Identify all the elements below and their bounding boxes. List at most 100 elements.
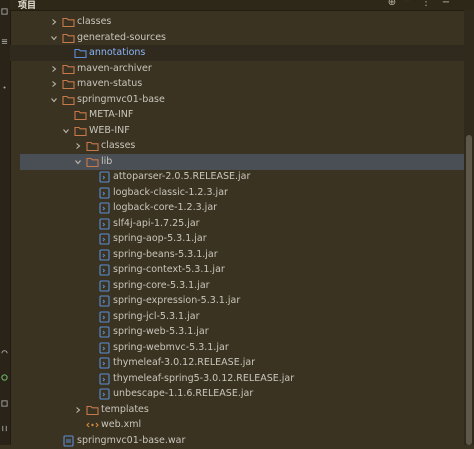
vertical-scrollbar[interactable]	[464, 10, 474, 445]
chevron-down-icon[interactable]	[50, 34, 58, 42]
folder-icon	[62, 95, 75, 105]
tree-row-label: generated-sources	[77, 31, 166, 43]
tree-row[interactable]: generated-sources	[10, 30, 464, 46]
options-icon[interactable]: ⋮	[420, 0, 432, 9]
tree-row[interactable]: logback-classic-1.2.3.jar	[10, 185, 464, 201]
tree-row[interactable]: spring-core-5.3.1.jar	[10, 278, 464, 294]
tree-row-label: lib	[101, 155, 113, 167]
tree-row-label: META-INF	[89, 109, 134, 120]
chevron-right-icon[interactable]	[74, 406, 82, 414]
jar-icon	[99, 279, 110, 292]
chevron-down-icon[interactable]	[62, 127, 70, 135]
tree-row[interactable]: classes	[10, 138, 464, 154]
tree-row-label: spring-context-5.3.1.jar	[113, 264, 225, 275]
tree-row-label: web.xml	[101, 419, 142, 430]
source-folder-icon	[74, 48, 87, 59]
jar-icon	[99, 341, 110, 354]
minimize-icon[interactable]: −	[440, 0, 452, 9]
jar-icon	[99, 388, 110, 400]
jar-icon	[99, 202, 110, 214]
tree-row[interactable]: WEB-INF	[10, 123, 464, 139]
tree-row[interactable]: unbescape-1.1.6.RELEASE.jar	[10, 386, 464, 402]
folder-icon	[62, 17, 75, 28]
xml-icon	[86, 422, 99, 428]
tree-row-label: spring-jcl-5.3.1.jar	[113, 310, 200, 322]
tree-row-label: spring-core-5.3.1.jar	[113, 279, 210, 291]
tree-row[interactable]: META-INF	[10, 107, 464, 123]
structure-icon[interactable]	[1, 38, 8, 45]
terminal-icon[interactable]	[1, 400, 8, 407]
run-icon[interactable]	[1, 374, 8, 381]
tree-row[interactable]: spring-context-5.3.1.jar	[10, 262, 464, 278]
tree-row-label: spring-webmvc-5.3.1.jar	[113, 341, 229, 353]
folder-icon	[74, 110, 87, 121]
tree-row[interactable]: springmvc01-base.war	[10, 433, 464, 449]
jar-icon	[99, 326, 110, 338]
jar-icon	[99, 217, 110, 230]
tree-row[interactable]: annotations	[10, 45, 464, 61]
tree-row[interactable]: maven-archiver	[10, 61, 464, 77]
tree-row[interactable]: templates	[10, 402, 464, 418]
jar-icon	[99, 357, 110, 369]
more-icon[interactable]	[1, 84, 8, 91]
tree-row[interactable]: lib	[20, 153, 464, 170]
tree-row-label: classes	[101, 140, 136, 151]
services-icon[interactable]	[1, 348, 8, 355]
tree-row[interactable]: slf4j-api-1.7.25.jar	[10, 216, 464, 232]
jar-icon	[99, 171, 110, 183]
tree-row[interactable]: spring-jcl-5.3.1.jar	[10, 309, 464, 325]
tree-row-label: thymeleaf-spring5-3.0.12.RELEASE.jar	[113, 372, 295, 384]
chevron-right-icon[interactable]	[50, 18, 58, 26]
jar-icon	[99, 295, 110, 307]
tree-row[interactable]: maven-status	[10, 76, 464, 92]
tree-row-label: maven-archiver	[77, 62, 152, 74]
tree-row-label: classes	[77, 16, 112, 27]
tree-row[interactable]: classes	[10, 14, 464, 30]
tree-row[interactable]: springmvc01-base	[10, 92, 464, 108]
tree-row-label: logback-classic-1.2.3.jar	[113, 186, 228, 198]
locate-icon[interactable]: ⊕	[386, 0, 398, 9]
tree-row[interactable]: thymeleaf-spring5-3.0.12.RELEASE.jar	[10, 371, 464, 387]
jar-icon	[99, 372, 110, 385]
project-icon[interactable]	[1, 8, 8, 15]
tree-row[interactable]: spring-webmvc-5.3.1.jar	[10, 340, 464, 356]
tree-row[interactable]: spring-beans-5.3.1.jar	[10, 247, 464, 263]
chevron-down-icon[interactable]	[50, 96, 58, 104]
tree-row-label: templates	[101, 403, 149, 415]
tree-row-label: logback-core-1.2.3.jar	[113, 202, 218, 213]
folder-icon	[74, 126, 87, 136]
tree-row-label: unbescape-1.1.6.RELEASE.jar	[113, 388, 254, 399]
folder-icon	[86, 141, 99, 152]
tree-row[interactable]: web.xml	[10, 417, 464, 433]
tree-row-label: springmvc01-base.war	[77, 434, 186, 446]
project-tree: classes generated-sources annotations maven…	[10, 10, 464, 447]
tree-row[interactable]: spring-aop-5.3.1.jar	[10, 231, 464, 247]
jar-icon	[99, 233, 110, 245]
tree-row-label: WEB-INF	[89, 124, 130, 136]
chevron-right-icon[interactable]	[50, 65, 58, 73]
jar-icon	[99, 310, 110, 323]
tree-row[interactable]: attoparser-2.0.5.RELEASE.jar	[10, 169, 464, 185]
jar-icon	[99, 186, 110, 199]
problems-icon[interactable]	[1, 425, 8, 432]
chevron-right-icon[interactable]	[74, 142, 82, 150]
scrollbar-thumb[interactable]	[466, 135, 472, 445]
tree-row-label: spring-web-5.3.1.jar	[113, 326, 209, 337]
tree-row-label: spring-expression-5.3.1.jar	[113, 295, 241, 306]
tree-row-label: thymeleaf-3.0.12.RELEASE.jar	[113, 357, 256, 368]
collapse-icon[interactable]: ⌃	[402, 0, 414, 9]
folder-icon	[86, 157, 99, 167]
tree-row-label: springmvc01-base	[77, 93, 165, 105]
folder-icon	[62, 64, 75, 74]
tree-row-label: spring-beans-5.3.1.jar	[113, 248, 218, 260]
chevron-down-icon[interactable]	[74, 158, 82, 166]
tree-row[interactable]: thymeleaf-3.0.12.RELEASE.jar	[10, 355, 464, 371]
tree-row-label: slf4j-api-1.7.25.jar	[113, 217, 200, 229]
tree-row[interactable]: logback-core-1.2.3.jar	[10, 200, 464, 216]
chevron-right-icon[interactable]	[50, 80, 58, 88]
folder-icon	[62, 33, 75, 43]
folder-icon	[86, 405, 99, 415]
folder-icon	[62, 79, 75, 90]
tree-row[interactable]: spring-expression-5.3.1.jar	[10, 293, 464, 309]
tree-row[interactable]: spring-web-5.3.1.jar	[10, 324, 464, 340]
